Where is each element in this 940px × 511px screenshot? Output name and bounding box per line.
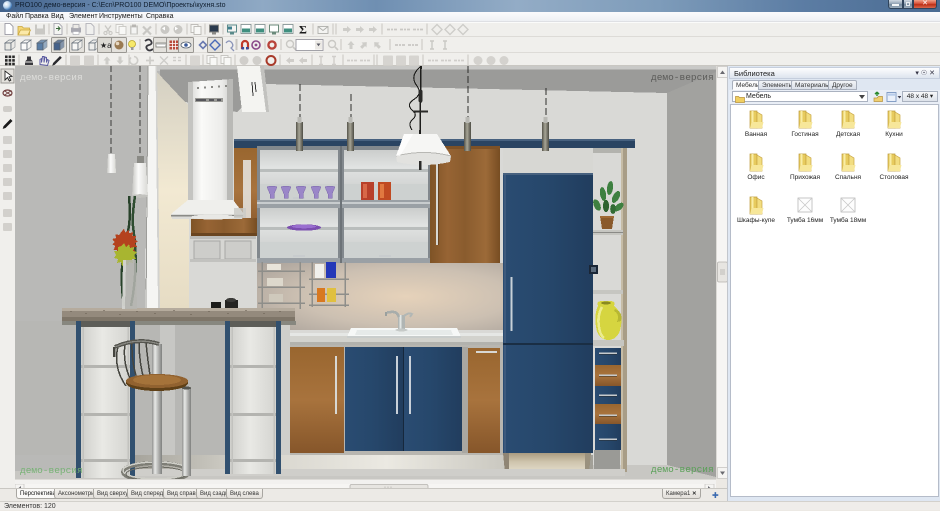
svg-text:Детская: Детская xyxy=(836,131,861,138)
svg-text:Офис: Офис xyxy=(747,174,765,181)
svg-text:Тумба 16мм: Тумба 16мм xyxy=(787,216,824,224)
svg-text:демо-версия: демо-версия xyxy=(20,465,83,476)
svg-text:Кухни: Кухни xyxy=(885,131,903,138)
svg-text:Тумба 18мм: Тумба 18мм xyxy=(830,216,867,224)
svg-text:Ванная: Ванная xyxy=(745,131,768,138)
svg-text:Σ: Σ xyxy=(299,23,307,37)
svg-text:Гостиная: Гостиная xyxy=(791,131,819,138)
svg-text:Прихожая: Прихожая xyxy=(790,174,821,181)
svg-text:Столовая: Столовая xyxy=(879,174,909,181)
svg-text:демо-версия: демо-версия xyxy=(20,72,83,83)
svg-text:Спальня: Спальня xyxy=(835,174,862,181)
svg-text:демо-версия: демо-версия xyxy=(651,72,714,83)
svg-text:демо-версия: демо-версия xyxy=(651,464,714,475)
svg-text:★a: ★a xyxy=(100,41,112,50)
svg-text:Шкафы-купе: Шкафы-купе xyxy=(737,217,775,224)
